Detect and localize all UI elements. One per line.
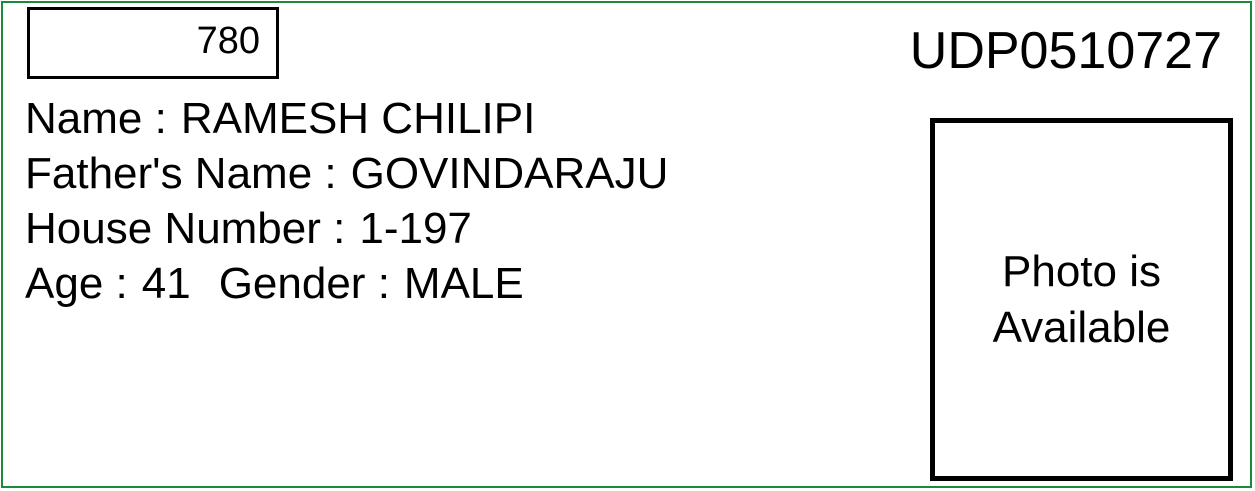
serial-number-box: 780 [27, 7, 279, 79]
gender-value: MALE [403, 259, 524, 308]
father-name-value: GOVINDARAJU [350, 149, 669, 198]
age-value: 41 [141, 259, 191, 308]
name-row: Name : RAMESH CHILIPI [25, 91, 668, 146]
house-number-label: House Number : [25, 204, 346, 253]
father-name-label: Father's Name : [25, 149, 337, 198]
photo-availability-text: Photo is Available [992, 246, 1171, 352]
house-number-value: 1-197 [359, 204, 472, 253]
epic-number: UDP0510727 [909, 22, 1222, 80]
gender-label: Gender : [218, 259, 390, 308]
photo-placeholder: Photo is Available [930, 118, 1233, 481]
serial-number: 780 [196, 20, 260, 62]
father-name-row: Father's Name : GOVINDARAJU [25, 146, 668, 201]
voter-details: Name : RAMESH CHILIPI Father's Name : GOVI… [25, 91, 668, 311]
name-label: Name : [25, 94, 167, 143]
age-label: Age : [25, 259, 128, 308]
house-number-row: House Number : 1-197 [25, 201, 668, 256]
voter-card: 780 UDP0510727 Name : RAMESH CHILIPI Fath… [1, 1, 1252, 488]
age-gender-row: Age : 41 Gender : MALE [25, 256, 668, 311]
name-value: RAMESH CHILIPI [180, 94, 536, 143]
